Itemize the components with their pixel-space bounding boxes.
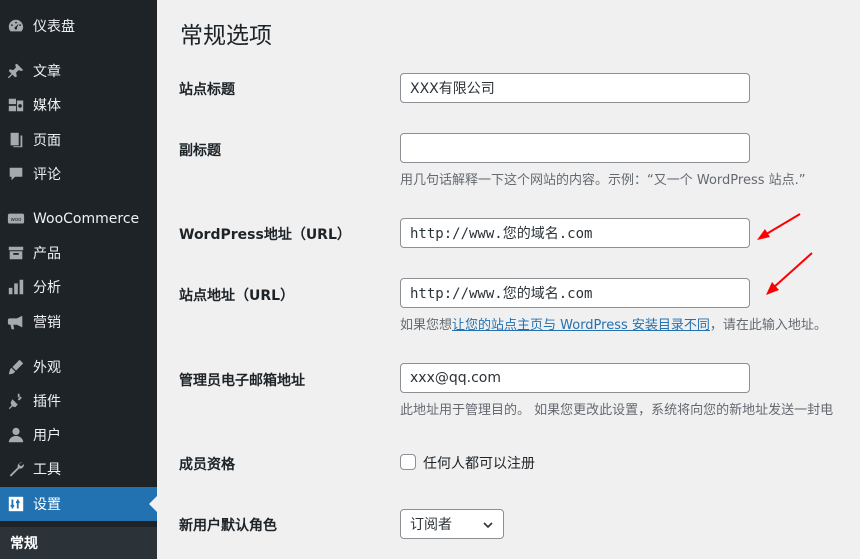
wrench-icon: [6, 459, 26, 479]
default-role-selected: 订阅者: [410, 517, 452, 533]
paintbrush-icon: [6, 357, 26, 377]
membership-label: 成员资格: [179, 457, 235, 473]
page-title: 常规选项: [180, 23, 272, 49]
sidebar-item-label: 外观: [33, 360, 61, 376]
sidebar-item-label: 设置: [33, 497, 61, 513]
settings-icon: [6, 494, 26, 514]
active-indicator: [149, 496, 157, 512]
site-title-label: 站点标题: [179, 82, 235, 98]
sidebar-item-label: 工具: [33, 462, 61, 478]
sidebar-item-label: 仪表盘: [33, 19, 75, 35]
sidebar-item-analytics[interactable]: 分析: [0, 270, 157, 304]
site-url-help-link[interactable]: 让您的站点主页与 WordPress 安装目录不同: [452, 318, 710, 333]
site-url-input[interactable]: [400, 278, 750, 308]
sidebar-item-label: 产品: [33, 246, 61, 262]
comment-icon: [6, 164, 26, 184]
page-icon: [6, 130, 26, 150]
sidebar-item-settings[interactable]: 设置: [0, 487, 157, 521]
bar-chart-icon: [6, 277, 26, 297]
annotation-arrow-icon: [757, 213, 801, 240]
sidebar-item-users[interactable]: 用户: [0, 418, 157, 452]
site-url-label: 站点地址（URL）: [179, 288, 295, 304]
sidebar-item-tools[interactable]: 工具: [0, 452, 157, 486]
admin-email-label: 管理员电子邮箱地址: [179, 373, 305, 389]
archive-icon: [6, 243, 26, 263]
tagline-input[interactable]: [400, 133, 750, 163]
sidebar-item-label: 营销: [33, 315, 61, 331]
site-url-desc-prefix: 如果您想: [400, 318, 453, 333]
sidebar-item-marketing[interactable]: 营销: [0, 305, 157, 339]
membership-checkbox[interactable]: [400, 454, 416, 470]
sidebar-item-comments[interactable]: 评论: [0, 157, 157, 191]
sidebar-item-label: 分析: [33, 280, 61, 296]
wordpress-url-label: WordPress地址（URL）: [179, 227, 351, 243]
sidebar-item-label: 媒体: [33, 98, 61, 114]
sidebar-item-products[interactable]: 产品: [0, 236, 157, 270]
user-icon: [6, 425, 26, 445]
sidebar-item-woocommerce[interactable]: woo WooCommerce: [0, 202, 157, 236]
wordpress-url-input[interactable]: [400, 218, 750, 248]
sidebar-item-label: 页面: [33, 133, 61, 149]
sidebar-item-label: 评论: [33, 167, 61, 183]
sidebar-item-appearance[interactable]: 外观: [0, 350, 157, 384]
site-title-input[interactable]: [400, 73, 750, 103]
woocommerce-icon: woo: [6, 209, 26, 229]
site-url-description: 如果您想让您的站点主页与 WordPress 安装目录不同，请在此输入地址。: [400, 314, 827, 333]
default-role-label: 新用户默认角色: [179, 518, 277, 534]
sidebar-item-media[interactable]: 媒体: [0, 88, 157, 122]
default-role-select[interactable]: 订阅者: [400, 509, 504, 539]
admin-email-input[interactable]: [400, 363, 750, 393]
plugin-icon: [6, 391, 26, 411]
sidebar-item-dashboard[interactable]: 仪表盘: [0, 9, 157, 43]
submenu-item-general[interactable]: 常规: [0, 527, 157, 559]
admin-email-description: 此地址用于管理目的。 如果您更改此设置，系统将向您的新地址发送一封电: [400, 403, 834, 418]
sidebar-item-label: WooCommerce: [33, 211, 140, 227]
sidebar-item-label: 文章: [33, 64, 61, 80]
svg-text:woo: woo: [11, 217, 22, 223]
sidebar-item-posts[interactable]: 文章: [0, 54, 157, 88]
admin-sidebar: 仪表盘 文章 媒体 页面 评论 woo WooCommerce 产品 分析 营销…: [0, 0, 157, 559]
settings-content: 常规选项 站点标题 副标题 用几句话解释一下这个网站的内容。示例：“又一个 Wo…: [157, 0, 860, 559]
site-url-desc-suffix: ，请在此输入地址。: [709, 318, 827, 333]
dashboard-icon: [6, 16, 26, 36]
tagline-description: 用几句话解释一下这个网站的内容。示例：“又一个 WordPress 站点.”: [400, 173, 806, 188]
sidebar-item-label: 插件: [33, 394, 61, 410]
chevron-down-icon: [483, 522, 493, 529]
sidebar-item-pages[interactable]: 页面: [0, 123, 157, 157]
sidebar-item-plugins[interactable]: 插件: [0, 384, 157, 418]
annotation-arrow-icon: [766, 252, 813, 295]
media-icon: [6, 95, 26, 115]
tagline-label: 副标题: [179, 143, 221, 159]
megaphone-icon: [6, 312, 26, 332]
sidebar-item-label: 用户: [33, 428, 61, 444]
pushpin-icon: [6, 61, 26, 81]
membership-checkbox-label[interactable]: 任何人都可以注册: [423, 453, 535, 473]
